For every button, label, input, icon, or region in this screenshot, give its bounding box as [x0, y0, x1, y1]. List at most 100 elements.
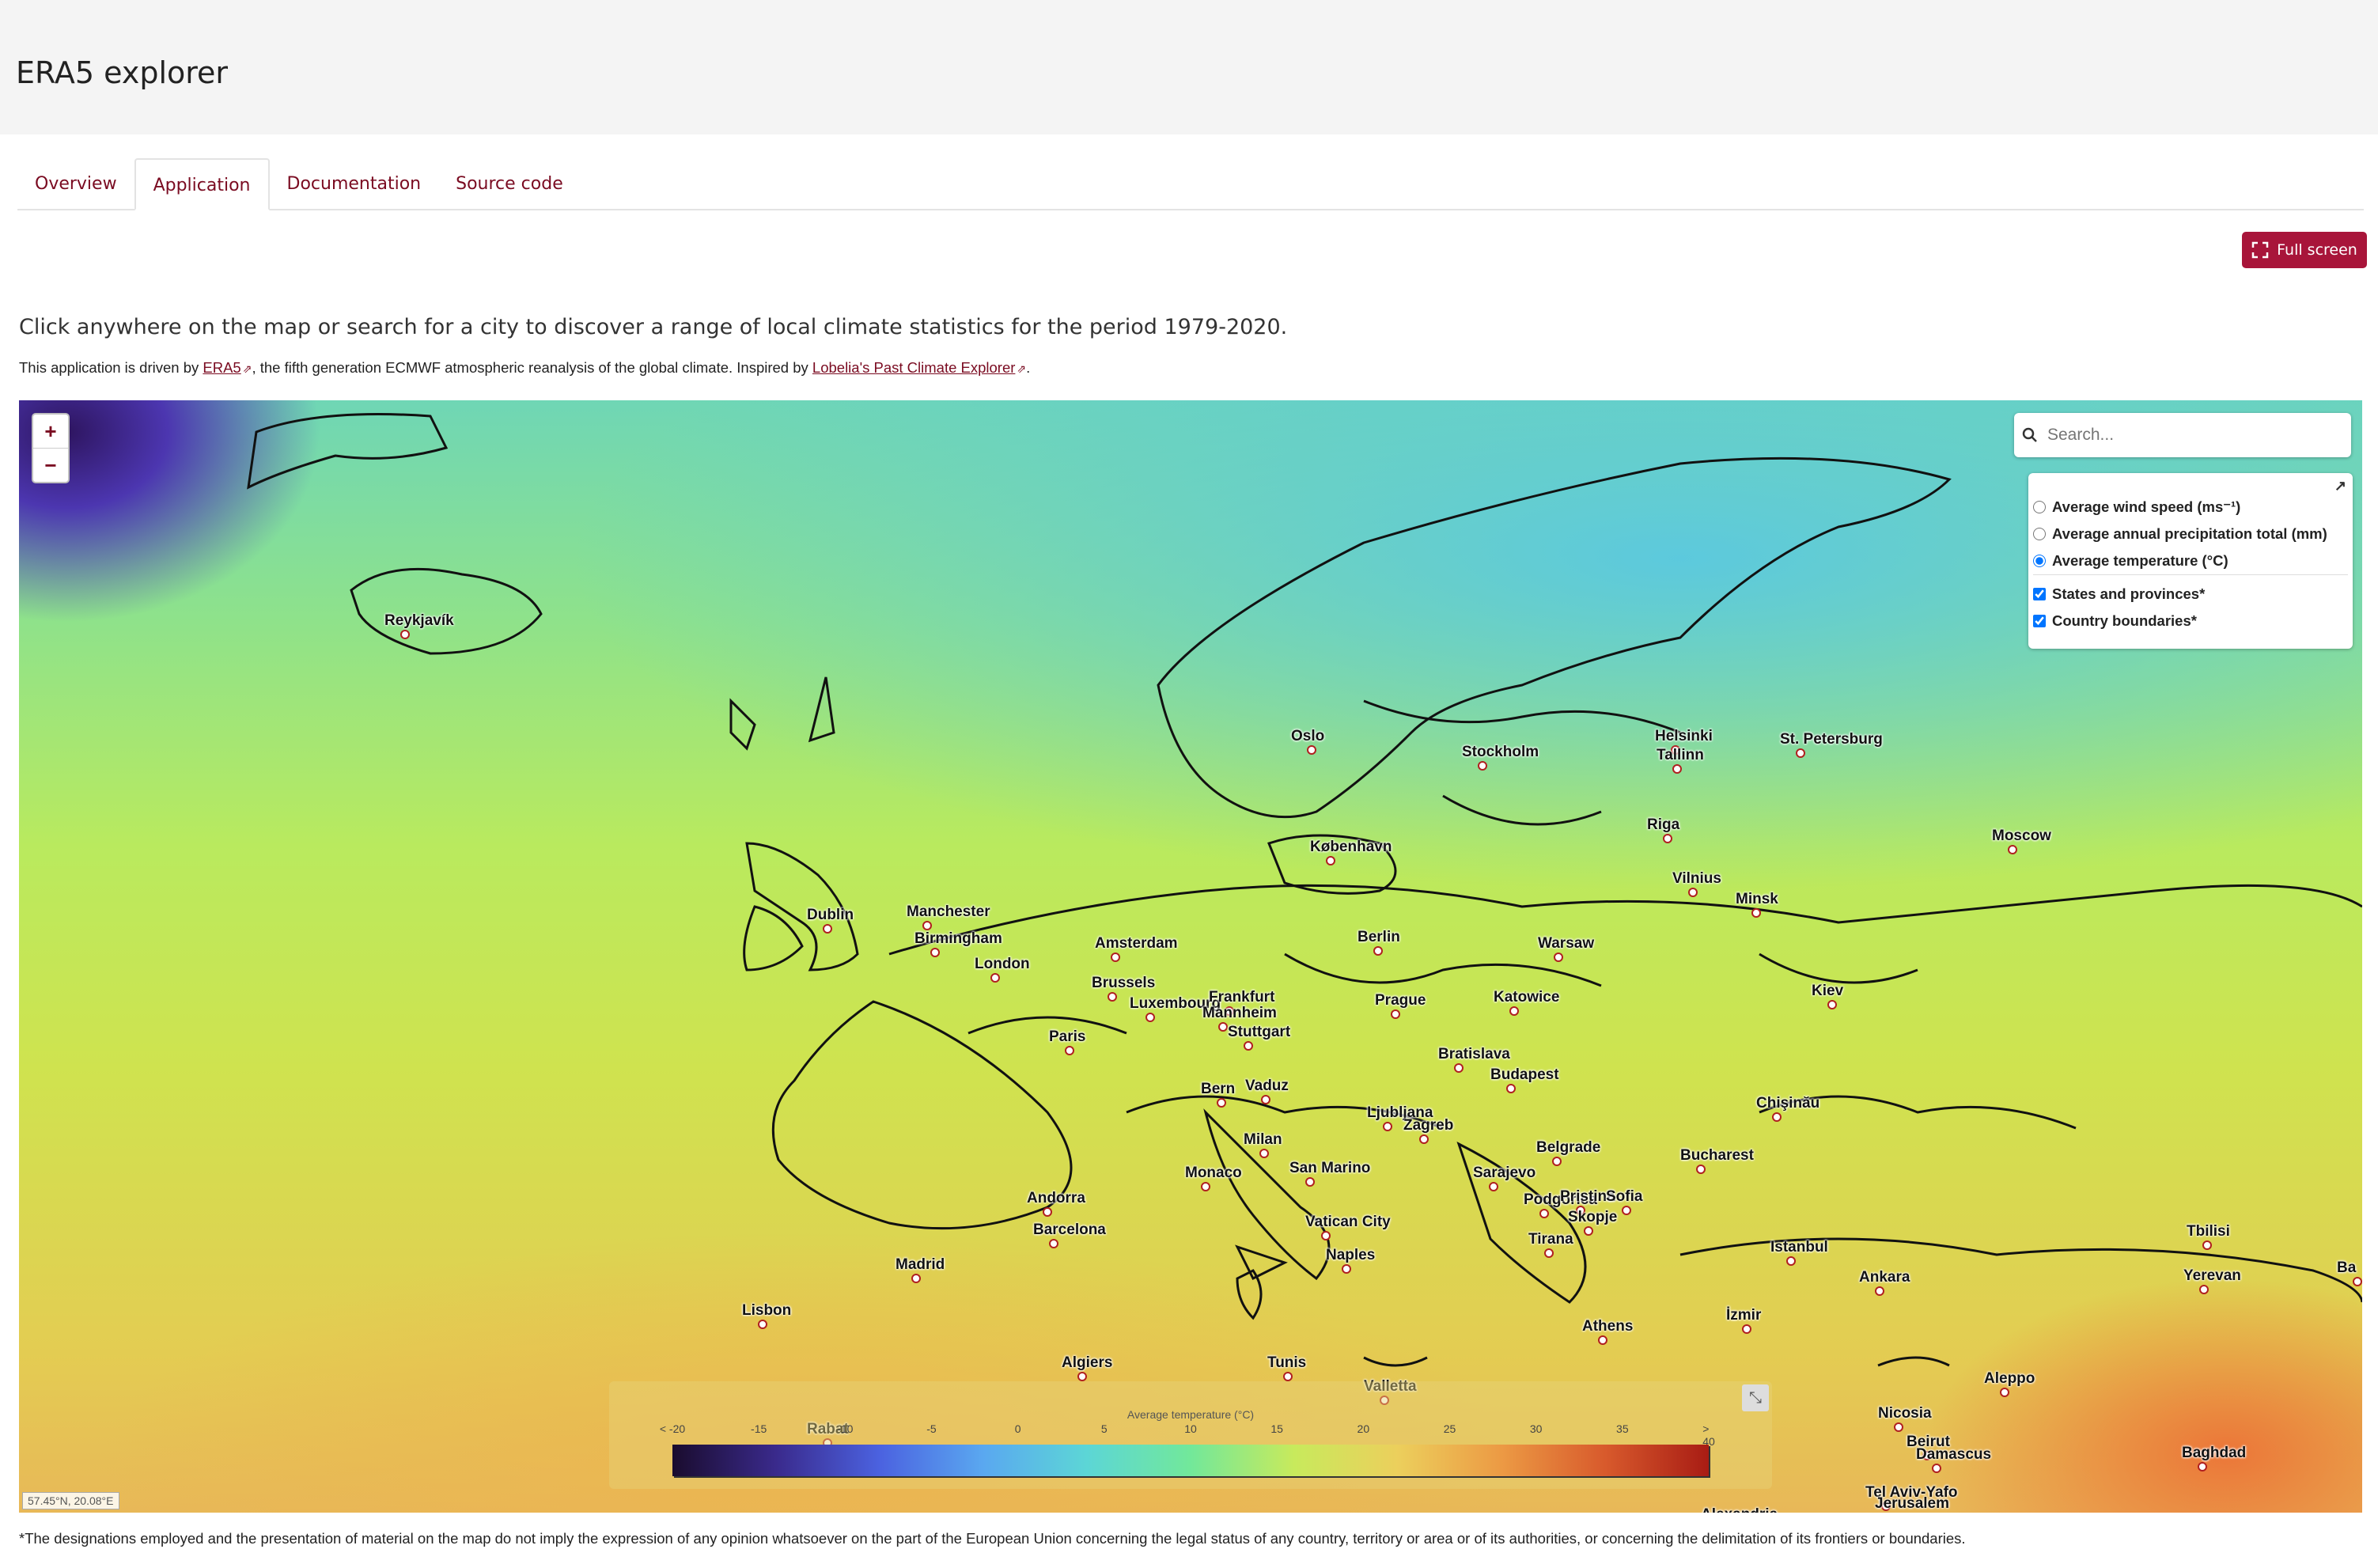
city-label: Baghdad	[2182, 1445, 2247, 1471]
legend-tick-label: 5	[1100, 1422, 1108, 1435]
city-label: Warsaw	[1538, 935, 1595, 962]
search-icon	[2014, 427, 2046, 443]
city-label: Tirana	[1528, 1231, 1573, 1258]
external-link-icon: ⇗	[242, 362, 252, 375]
fullscreen-label: Full screen	[2277, 241, 2357, 259]
city-label: İzmir	[1726, 1307, 1762, 1334]
city-label: Paris	[1049, 1028, 1086, 1055]
city-label: Brussels	[1092, 975, 1156, 1002]
lobelia-link[interactable]: Lobelia's Past Climate Explorer	[812, 359, 1015, 376]
city-label: Nicosia	[1878, 1405, 1932, 1432]
legend-tick-label: 25	[1443, 1422, 1456, 1435]
tab-bar: Overview Application Documentation Sourc…	[17, 158, 2364, 210]
city-label: Berlin	[1358, 929, 1400, 956]
city-label: Ankara	[1859, 1269, 1910, 1296]
credit-suffix: .	[1026, 359, 1031, 376]
city-label: Bern	[1201, 1081, 1236, 1108]
legend-tick-label: 10	[1184, 1422, 1197, 1435]
legend-tick-label: 20	[1357, 1422, 1370, 1435]
city-label: Bratislava	[1438, 1046, 1510, 1073]
precipitation-radio[interactable]	[2033, 528, 2046, 540]
temperature-legend: ⤡ Average temperature (°C) < -20 -15 -10 -5…	[609, 1381, 1772, 1489]
city-label: Naples	[1326, 1247, 1376, 1274]
legend-colorbar	[672, 1445, 1709, 1476]
layer-temperature[interactable]: Average temperature (°C)	[2033, 552, 2228, 570]
era5-link[interactable]: ERA5	[203, 359, 240, 376]
city-label: Reykjavík	[384, 612, 454, 639]
city-label: Mannheim	[1202, 1005, 1277, 1032]
legend-ticks: < -20 -15 -10 -5 0 5 10 15 20 25 30 35 > 40	[657, 1422, 1715, 1448]
city-label: Tallinn	[1657, 747, 1704, 774]
overlay-countries[interactable]: Country boundaries*	[2033, 612, 2197, 630]
legend-tick-label: -10	[837, 1422, 854, 1435]
city-label: San Marino	[1289, 1160, 1371, 1187]
city-label: Budapest	[1490, 1066, 1559, 1093]
layer-separator	[2033, 574, 2348, 575]
zoom-in-button[interactable]: +	[33, 415, 68, 448]
zoom-out-button[interactable]: −	[33, 448, 68, 482]
legend-tick-label: 0	[1014, 1422, 1021, 1435]
city-label: Vatican City	[1305, 1214, 1391, 1240]
city-label: Zagreb	[1403, 1117, 1454, 1144]
city-label: Oslo	[1291, 728, 1325, 755]
city-label: Tunis	[1267, 1354, 1307, 1381]
city-label: Belgrade	[1536, 1139, 1601, 1166]
city-label: Vilnius	[1672, 870, 1721, 897]
city-label: Damascus	[1916, 1446, 1992, 1473]
tab-application[interactable]: Application	[134, 158, 270, 210]
layer-precipitation[interactable]: Average annual precipitation total (mm)	[2033, 525, 2327, 543]
city-label: Kiev	[1812, 983, 1844, 1009]
city-label: Barcelona	[1033, 1221, 1106, 1248]
city-label: Stockholm	[1462, 744, 1539, 771]
city-label: Manchester	[907, 903, 990, 930]
credit-text: This application is driven by ERA5 ⇗, the…	[19, 359, 1030, 377]
disclaimer: *The designations employed and the prese…	[19, 1530, 1966, 1547]
city-label: St. Petersburg	[1780, 731, 1883, 758]
states-label: States and provinces*	[2052, 585, 2206, 602]
external-link-icon: ⇗	[1017, 362, 1027, 375]
climate-map[interactable]: + − ↗ Average wind speed (ms⁻¹) Average …	[19, 400, 2362, 1513]
city-label: Katowice	[1494, 989, 1560, 1016]
temperature-radio[interactable]	[2033, 555, 2046, 567]
city-label: Minsk	[1736, 891, 1778, 918]
header-bar: ERA5 explorer	[0, 0, 2378, 134]
app-title: ERA5 explorer	[16, 55, 229, 90]
search-input[interactable]	[2046, 425, 2351, 445]
tab-documentation[interactable]: Documentation	[270, 158, 439, 209]
overlay-states[interactable]: States and provinces*	[2033, 585, 2205, 603]
city-label: Lisbon	[742, 1302, 792, 1329]
city-label: Amsterdam	[1095, 935, 1178, 962]
city-label: Jerusalem	[1875, 1495, 1950, 1512]
tab-source-code[interactable]: Source code	[438, 158, 581, 209]
city-label: Prague	[1375, 992, 1426, 1019]
city-label: Birmingham	[914, 930, 1002, 957]
legend-tick-label: -15	[751, 1422, 767, 1435]
legend-tick-label: 35	[1616, 1422, 1629, 1435]
temperature-label: Average temperature (°C)	[2052, 552, 2228, 569]
city-label: Sarajevo	[1473, 1165, 1536, 1191]
city-label: Milan	[1244, 1131, 1282, 1158]
city-label: Stuttgart	[1228, 1024, 1291, 1051]
legend-toggle-icon[interactable]: ⤡	[1742, 1384, 1769, 1411]
tab-overview[interactable]: Overview	[17, 158, 134, 209]
city-label: London	[975, 956, 1030, 983]
states-checkbox[interactable]	[2033, 588, 2046, 600]
layer-control: ↗ Average wind speed (ms⁻¹) Average annu…	[2028, 473, 2353, 649]
layer-wind-speed[interactable]: Average wind speed (ms⁻¹)	[2033, 498, 2240, 516]
legend-tick-label: 30	[1529, 1422, 1543, 1435]
countries-label: Country boundaries*	[2052, 612, 2197, 629]
city-label: Bucharest	[1680, 1147, 1754, 1174]
collapse-icon[interactable]: ↗	[2334, 478, 2346, 494]
city-label: Istanbul	[1770, 1239, 1828, 1266]
countries-checkbox[interactable]	[2033, 615, 2046, 627]
wind-speed-radio[interactable]	[2033, 501, 2046, 513]
credit-middle: , the fifth generation ECMWF atmospheric…	[252, 359, 812, 376]
fullscreen-button[interactable]: Full screen	[2242, 232, 2367, 268]
city-label: Helsinki	[1655, 728, 1713, 755]
zoom-control: + −	[32, 413, 70, 483]
city-label: Andorra	[1027, 1190, 1085, 1217]
legend-tick-label: < -20	[659, 1422, 686, 1435]
city-label: Frankfurt	[1209, 989, 1275, 1016]
country-boundaries	[247, 413, 2362, 1367]
city-label: Vaduz	[1245, 1078, 1289, 1104]
